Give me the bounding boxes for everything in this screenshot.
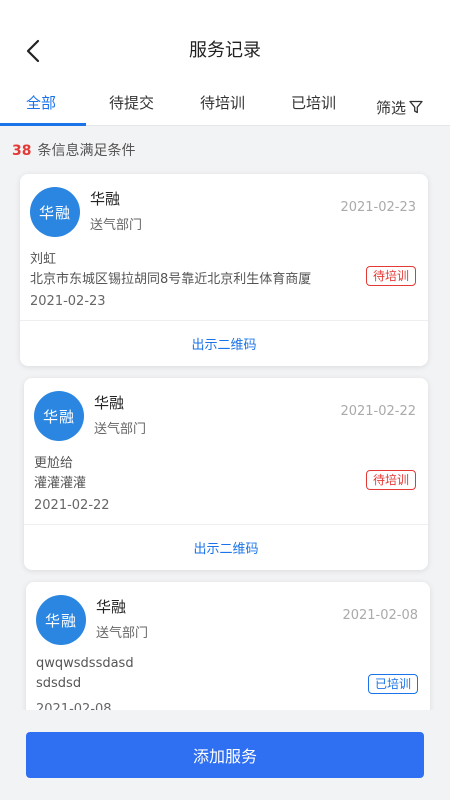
tab-pending-submit[interactable]: 待提交	[109, 92, 154, 122]
add-service-button[interactable]: 添加服务	[26, 732, 424, 778]
record-date-top: 2021-02-08	[342, 608, 418, 623]
result-count: 38	[12, 143, 32, 159]
service-card[interactable]: 华融 华融 送气部门 2021-02-22 更尬给 灌灌灌灌 2021-02-2…	[24, 378, 428, 570]
avatar: 华融	[36, 595, 86, 645]
contact-name: 刘虹	[30, 252, 57, 267]
result-summary: 38 条信息满足条件	[12, 140, 135, 160]
record-date: 2021-02-08	[36, 702, 112, 710]
card-divider	[24, 524, 428, 525]
department: 送气部门	[94, 422, 147, 437]
filter-label: 筛选	[376, 98, 407, 117]
show-qr-code-button[interactable]: 出示二维码	[20, 334, 428, 353]
contact-name: 更尬给	[34, 456, 74, 471]
status-badge: 待培训	[365, 470, 416, 490]
tab-filter[interactable]: 筛选	[376, 92, 423, 122]
department: 送气部门	[96, 626, 149, 641]
active-tab-indicator	[0, 123, 86, 126]
record-date: 2021-02-23	[30, 294, 106, 309]
record-date-top: 2021-02-22	[340, 404, 416, 419]
footer-bar: 添加服务	[0, 710, 450, 800]
funnel-icon	[409, 100, 423, 114]
card-divider	[20, 320, 428, 321]
tab-trained[interactable]: 已培训	[291, 92, 336, 122]
avatar: 华融	[34, 391, 84, 441]
service-card[interactable]: 华融 华融 送气部门 2021-02-08 qwqwsdssdasd sdsds…	[26, 582, 430, 710]
address: sdsdsd	[36, 676, 82, 691]
company-name: 华融	[90, 190, 121, 208]
service-record-list[interactable]: 华融 华融 送气部门 2021-02-23 刘虹 北京市东城区锡拉胡同8号靠近北…	[0, 168, 450, 710]
company-name: 华融	[94, 394, 125, 412]
contact-name: qwqwsdssdasd	[36, 656, 134, 671]
header-bar: 服务记录	[0, 0, 450, 88]
status-badge: 待培训	[365, 266, 416, 286]
page-title: 服务记录	[189, 40, 261, 61]
address: 北京市东城区锡拉胡同8号靠近北京利生体育商厦	[30, 272, 312, 287]
record-date-top: 2021-02-23	[340, 200, 416, 215]
service-card[interactable]: 华融 华融 送气部门 2021-02-23 刘虹 北京市东城区锡拉胡同8号靠近北…	[20, 174, 428, 366]
department: 送气部门	[90, 218, 143, 233]
filter-tabs: 全部 待提交 待培训 已培训 筛选	[0, 88, 450, 126]
tab-pending-training[interactable]: 待培训	[200, 92, 245, 122]
company-name: 华融	[96, 598, 127, 616]
tab-all[interactable]: 全部	[26, 92, 56, 122]
status-badge: 已培训	[367, 674, 418, 694]
avatar: 华融	[30, 187, 80, 237]
show-qr-code-button[interactable]: 出示二维码	[24, 538, 428, 557]
address: 灌灌灌灌	[34, 476, 87, 491]
record-date: 2021-02-22	[34, 498, 110, 513]
result-text: 条信息满足条件	[37, 143, 136, 159]
